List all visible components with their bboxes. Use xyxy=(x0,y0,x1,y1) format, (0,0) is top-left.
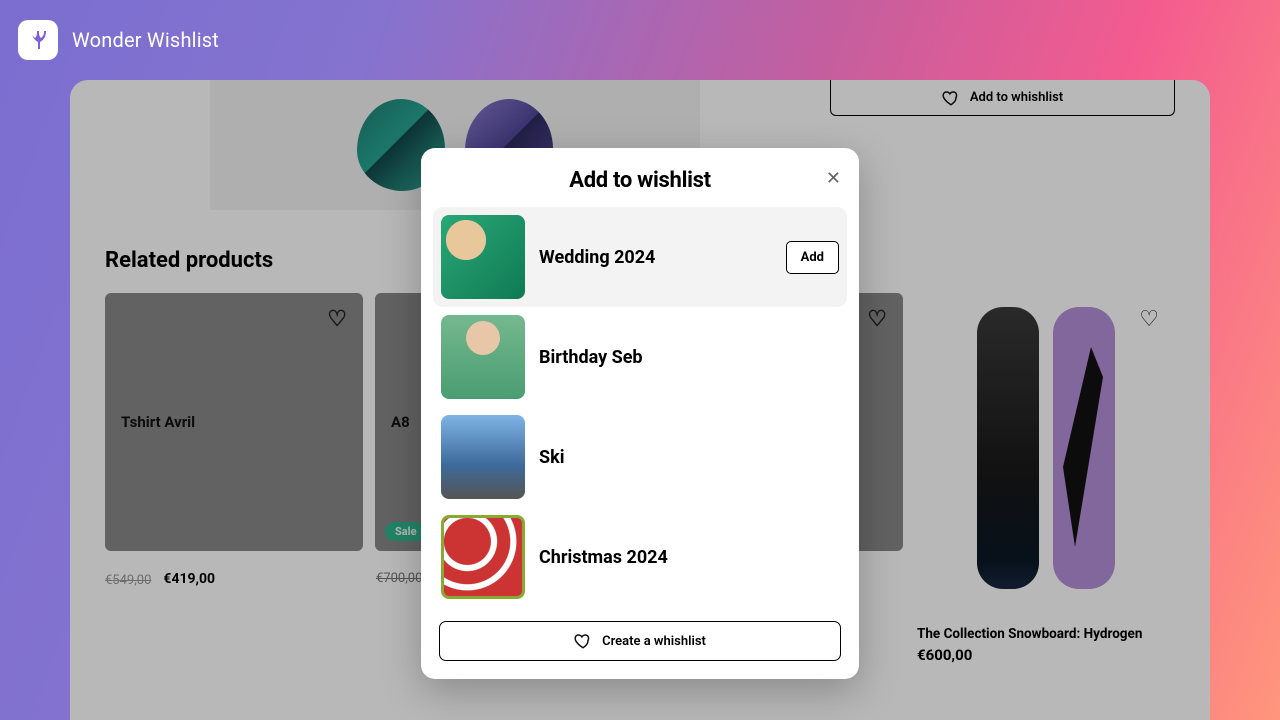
wishlist-thumb xyxy=(441,215,525,299)
wishlist-name: Wedding 2024 xyxy=(539,247,772,268)
wishlist-thumb xyxy=(441,315,525,399)
app-logo xyxy=(18,20,58,60)
app-title: Wonder Wishlist xyxy=(72,28,219,52)
wishlist-name: Ski xyxy=(539,447,839,468)
wishlist-row[interactable]: Birthday Seb xyxy=(433,307,847,407)
wishlist-thumb xyxy=(441,415,525,499)
create-wishlist-label: Create a whishlist xyxy=(602,634,706,649)
add-to-wishlist-modal: ✕ Add to wishlist Wedding 2024 Add Birth… xyxy=(421,148,859,679)
wishlist-name: Birthday Seb xyxy=(539,347,839,368)
wishlist-row[interactable]: Christmas 2024 xyxy=(433,507,847,607)
create-wishlist-button[interactable]: Create a whishlist xyxy=(439,621,841,661)
close-icon[interactable]: ✕ xyxy=(826,168,841,189)
wishlist-row[interactable]: Ski xyxy=(433,407,847,507)
wishlist-name: Christmas 2024 xyxy=(539,547,839,568)
wishlist-thumb xyxy=(441,515,525,599)
modal-title: Add to wishlist xyxy=(433,168,847,193)
wishlist-row[interactable]: Wedding 2024 Add xyxy=(433,207,847,307)
add-button[interactable]: Add xyxy=(786,241,839,274)
heart-icon xyxy=(574,632,592,650)
app-header: Wonder Wishlist xyxy=(0,0,1280,80)
